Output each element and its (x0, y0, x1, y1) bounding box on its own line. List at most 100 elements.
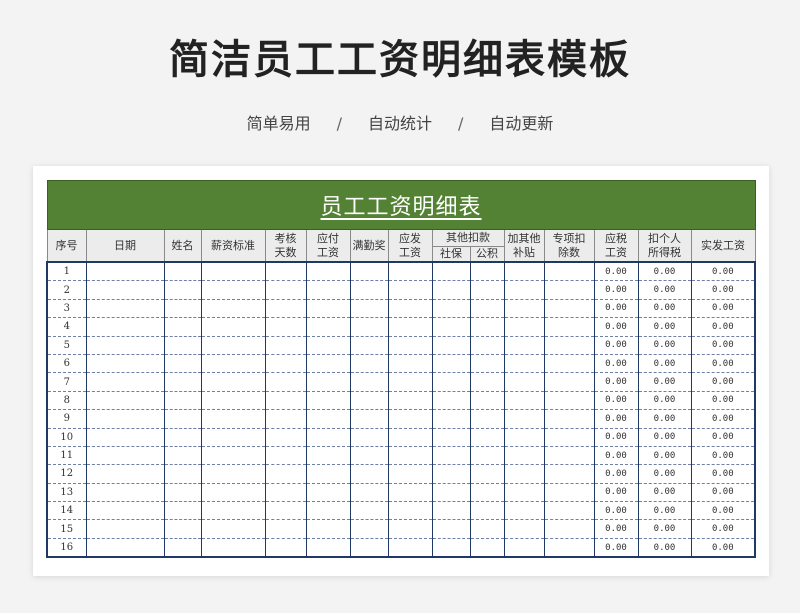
cell-empty[interactable] (543, 335, 595, 355)
cell-empty[interactable] (431, 501, 471, 521)
cell-empty[interactable] (543, 482, 595, 503)
cell-empty[interactable] (85, 280, 165, 300)
cell-empty[interactable] (503, 537, 545, 559)
cell-empty[interactable] (431, 298, 471, 319)
cell-empty[interactable] (305, 372, 351, 392)
cell-seq[interactable]: 3 (46, 298, 87, 319)
col-header-salary-standard[interactable]: 薪资标准 (200, 229, 266, 263)
cell-taxable[interactable]: 0.00 (593, 482, 639, 503)
col-header-income-tax[interactable]: 扣个人 所得税 (637, 229, 692, 263)
cell-empty[interactable] (469, 280, 505, 300)
cell-empty[interactable] (503, 298, 545, 319)
cell-net-pay[interactable]: 0.00 (690, 390, 757, 411)
cell-net-pay[interactable]: 0.00 (690, 537, 757, 559)
cell-empty[interactable] (431, 280, 471, 300)
cell-empty[interactable] (264, 335, 307, 355)
cell-seq[interactable]: 2 (46, 280, 87, 300)
cell-taxable[interactable]: 0.00 (593, 390, 639, 411)
cell-income-tax[interactable]: 0.00 (637, 409, 692, 429)
cell-seq[interactable]: 15 (46, 519, 87, 539)
col-header-special-deduction[interactable]: 专项扣 除数 (543, 229, 595, 263)
cell-empty[interactable] (543, 501, 595, 521)
cell-empty[interactable] (387, 482, 433, 503)
cell-empty[interactable] (543, 390, 595, 411)
cell-taxable[interactable]: 0.00 (593, 409, 639, 429)
cell-income-tax[interactable]: 0.00 (637, 445, 692, 466)
cell-seq[interactable]: 14 (46, 501, 87, 521)
cell-empty[interactable] (85, 409, 165, 429)
cell-empty[interactable] (387, 317, 433, 337)
cell-net-pay[interactable]: 0.00 (690, 261, 757, 282)
cell-empty[interactable] (543, 409, 595, 429)
cell-empty[interactable] (469, 519, 505, 539)
cell-empty[interactable] (431, 372, 471, 392)
cell-empty[interactable] (431, 537, 471, 559)
cell-empty[interactable] (85, 427, 165, 447)
cell-empty[interactable] (200, 280, 266, 300)
cell-net-pay[interactable]: 0.00 (690, 482, 757, 503)
cell-empty[interactable] (305, 298, 351, 319)
cell-empty[interactable] (200, 464, 266, 484)
col-header-attendance-days[interactable]: 考核 天数 (264, 229, 307, 263)
cell-empty[interactable] (163, 261, 202, 282)
cell-empty[interactable] (503, 261, 545, 282)
cell-empty[interactable] (469, 372, 505, 392)
cell-empty[interactable] (431, 317, 471, 337)
cell-taxable[interactable]: 0.00 (593, 317, 639, 337)
cell-empty[interactable] (469, 537, 505, 559)
cell-income-tax[interactable]: 0.00 (637, 427, 692, 447)
cell-empty[interactable] (503, 372, 545, 392)
cell-empty[interactable] (264, 501, 307, 521)
cell-empty[interactable] (431, 519, 471, 539)
cell-empty[interactable] (503, 482, 545, 503)
cell-empty[interactable] (305, 427, 351, 447)
cell-empty[interactable] (163, 464, 202, 484)
cell-empty[interactable] (163, 372, 202, 392)
cell-net-pay[interactable]: 0.00 (690, 317, 757, 337)
cell-empty[interactable] (200, 427, 266, 447)
cell-empty[interactable] (264, 482, 307, 503)
cell-seq[interactable]: 16 (46, 537, 87, 559)
cell-empty[interactable] (349, 537, 389, 559)
cell-empty[interactable] (503, 390, 545, 411)
cell-empty[interactable] (85, 372, 165, 392)
cell-seq[interactable]: 8 (46, 390, 87, 411)
cell-empty[interactable] (264, 353, 307, 374)
cell-net-pay[interactable]: 0.00 (690, 409, 757, 429)
cell-empty[interactable] (305, 353, 351, 374)
cell-empty[interactable] (305, 464, 351, 484)
cell-income-tax[interactable]: 0.00 (637, 464, 692, 484)
cell-empty[interactable] (349, 427, 389, 447)
cell-empty[interactable] (305, 390, 351, 411)
cell-empty[interactable] (387, 501, 433, 521)
cell-empty[interactable] (387, 519, 433, 539)
cell-empty[interactable] (200, 482, 266, 503)
cell-empty[interactable] (469, 317, 505, 337)
cell-income-tax[interactable]: 0.00 (637, 372, 692, 392)
cell-empty[interactable] (163, 427, 202, 447)
col-header-social-security[interactable]: 社保 (431, 246, 471, 263)
cell-income-tax[interactable]: 0.00 (637, 335, 692, 355)
col-header-full-attendance[interactable]: 满勤奖 (349, 229, 389, 263)
cell-seq[interactable]: 12 (46, 464, 87, 484)
cell-empty[interactable] (305, 409, 351, 429)
cell-empty[interactable] (431, 335, 471, 355)
cell-net-pay[interactable]: 0.00 (690, 445, 757, 466)
cell-empty[interactable] (543, 372, 595, 392)
cell-empty[interactable] (85, 482, 165, 503)
cell-empty[interactable] (264, 298, 307, 319)
cell-empty[interactable] (163, 353, 202, 374)
cell-empty[interactable] (431, 445, 471, 466)
cell-empty[interactable] (349, 501, 389, 521)
cell-empty[interactable] (200, 353, 266, 374)
cell-empty[interactable] (200, 409, 266, 429)
cell-empty[interactable] (163, 390, 202, 411)
cell-empty[interactable] (431, 427, 471, 447)
cell-empty[interactable] (200, 317, 266, 337)
cell-empty[interactable] (85, 298, 165, 319)
cell-net-pay[interactable]: 0.00 (690, 427, 757, 447)
cell-empty[interactable] (349, 261, 389, 282)
cell-empty[interactable] (200, 519, 266, 539)
cell-taxable[interactable]: 0.00 (593, 353, 639, 374)
cell-taxable[interactable]: 0.00 (593, 427, 639, 447)
